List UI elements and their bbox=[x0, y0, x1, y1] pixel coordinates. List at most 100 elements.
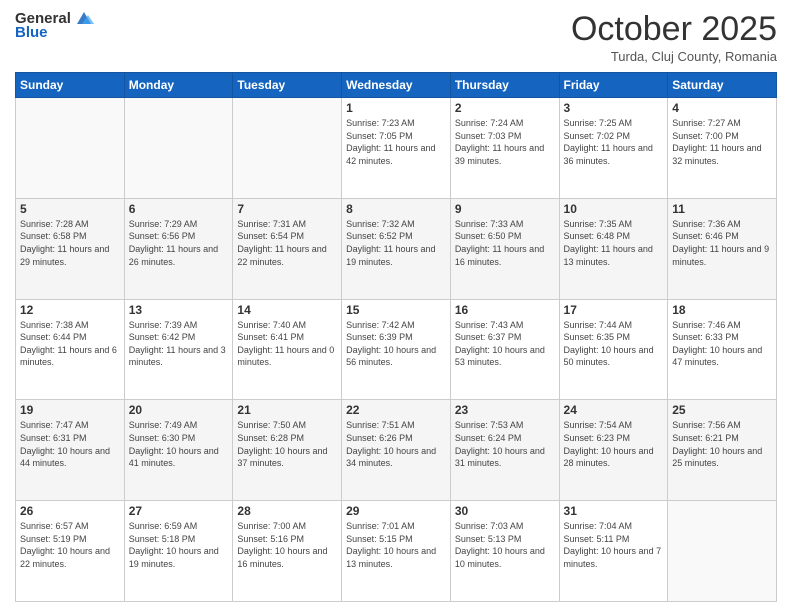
day-number: 23 bbox=[455, 403, 555, 417]
logo: General Blue bbox=[15, 10, 95, 42]
day-info: Sunrise: 7:43 AM Sunset: 6:37 PM Dayligh… bbox=[455, 319, 555, 369]
day-info: Sunrise: 7:25 AM Sunset: 7:02 PM Dayligh… bbox=[564, 117, 664, 167]
day-info: Sunrise: 7:42 AM Sunset: 6:39 PM Dayligh… bbox=[346, 319, 446, 369]
day-info: Sunrise: 7:51 AM Sunset: 6:26 PM Dayligh… bbox=[346, 419, 446, 469]
calendar-cell: 13Sunrise: 7:39 AM Sunset: 6:42 PM Dayli… bbox=[124, 299, 233, 400]
day-number: 6 bbox=[129, 202, 229, 216]
day-info: Sunrise: 7:32 AM Sunset: 6:52 PM Dayligh… bbox=[346, 218, 446, 268]
calendar-cell: 27 Sunrise: 6:59 AM Sunset: 5:18 PM Dayli… bbox=[124, 501, 233, 602]
day-number: 18 bbox=[672, 303, 772, 317]
calendar-week-row: 5Sunrise: 7:28 AM Sunset: 6:58 PM Daylig… bbox=[16, 198, 777, 299]
day-info: Sunrise: 7:04 AM Sunset: 5:11 PM Dayligh… bbox=[564, 520, 664, 570]
day-number: 7 bbox=[237, 202, 337, 216]
calendar-cell: 11Sunrise: 7:36 AM Sunset: 6:46 PM Dayli… bbox=[668, 198, 777, 299]
day-number: 25 bbox=[672, 403, 772, 417]
calendar-cell: 25 Sunrise: 7:56 AM Sunset: 6:21 PM Dayli… bbox=[668, 400, 777, 501]
day-number: 27 bbox=[129, 504, 229, 518]
day-number: 29 bbox=[346, 504, 446, 518]
calendar-cell: 5Sunrise: 7:28 AM Sunset: 6:58 PM Daylig… bbox=[16, 198, 125, 299]
day-info: Sunrise: 7:00 AM Sunset: 5:16 PM Dayligh… bbox=[237, 520, 337, 570]
day-number: 9 bbox=[455, 202, 555, 216]
title-area: October 2025 Turda, Cluj County, Romania bbox=[571, 10, 777, 64]
weekday-header-row: SundayMondayTuesdayWednesdayThursdayFrid… bbox=[16, 73, 777, 98]
weekday-header-sunday: Sunday bbox=[16, 73, 125, 98]
calendar-cell: 17Sunrise: 7:44 AM Sunset: 6:35 PM Dayli… bbox=[559, 299, 668, 400]
calendar-cell: 26 Sunrise: 6:57 AM Sunset: 5:19 PM Dayli… bbox=[16, 501, 125, 602]
day-number: 19 bbox=[20, 403, 120, 417]
day-info: Sunrise: 6:57 AM Sunset: 5:19 PM Dayligh… bbox=[20, 520, 120, 570]
day-number: 4 bbox=[672, 101, 772, 115]
day-number: 11 bbox=[672, 202, 772, 216]
calendar-cell: 16 Sunrise: 7:43 AM Sunset: 6:37 PM Dayli… bbox=[450, 299, 559, 400]
calendar-cell: 14 Sunrise: 7:40 AM Sunset: 6:41 PM Dayli… bbox=[233, 299, 342, 400]
calendar-cell: 15Sunrise: 7:42 AM Sunset: 6:39 PM Dayli… bbox=[342, 299, 451, 400]
day-number: 8 bbox=[346, 202, 446, 216]
day-info: Sunrise: 7:40 AM Sunset: 6:41 PM Dayligh… bbox=[237, 319, 337, 369]
calendar-cell: 6 Sunrise: 7:29 AM Sunset: 6:56 PM Daylig… bbox=[124, 198, 233, 299]
day-info: Sunrise: 7:03 AM Sunset: 5:13 PM Dayligh… bbox=[455, 520, 555, 570]
calendar-cell: 9 Sunrise: 7:33 AM Sunset: 6:50 PM Daylig… bbox=[450, 198, 559, 299]
day-info: Sunrise: 7:23 AM Sunset: 7:05 PM Dayligh… bbox=[346, 117, 446, 167]
weekday-header-monday: Monday bbox=[124, 73, 233, 98]
calendar-cell: 28 Sunrise: 7:00 AM Sunset: 5:16 PM Dayli… bbox=[233, 501, 342, 602]
day-number: 24 bbox=[564, 403, 664, 417]
weekday-header-friday: Friday bbox=[559, 73, 668, 98]
day-info: Sunrise: 7:33 AM Sunset: 6:50 PM Dayligh… bbox=[455, 218, 555, 268]
day-number: 21 bbox=[237, 403, 337, 417]
day-number: 2 bbox=[455, 101, 555, 115]
calendar-cell: 18 Sunrise: 7:46 AM Sunset: 6:33 PM Dayli… bbox=[668, 299, 777, 400]
day-info: Sunrise: 7:44 AM Sunset: 6:35 PM Dayligh… bbox=[564, 319, 664, 369]
day-number: 28 bbox=[237, 504, 337, 518]
calendar-cell: 3 Sunrise: 7:25 AM Sunset: 7:02 PM Daylig… bbox=[559, 98, 668, 199]
calendar-cell: 4Sunrise: 7:27 AM Sunset: 7:00 PM Daylig… bbox=[668, 98, 777, 199]
weekday-header-saturday: Saturday bbox=[668, 73, 777, 98]
location: Turda, Cluj County, Romania bbox=[571, 49, 777, 64]
day-info: Sunrise: 7:01 AM Sunset: 5:15 PM Dayligh… bbox=[346, 520, 446, 570]
day-info: Sunrise: 7:46 AM Sunset: 6:33 PM Dayligh… bbox=[672, 319, 772, 369]
calendar-cell: 23 Sunrise: 7:53 AM Sunset: 6:24 PM Dayli… bbox=[450, 400, 559, 501]
calendar-cell: 21 Sunrise: 7:50 AM Sunset: 6:28 PM Dayli… bbox=[233, 400, 342, 501]
day-number: 22 bbox=[346, 403, 446, 417]
day-number: 30 bbox=[455, 504, 555, 518]
day-number: 12 bbox=[20, 303, 120, 317]
calendar-cell: 22 Sunrise: 7:51 AM Sunset: 6:26 PM Dayli… bbox=[342, 400, 451, 501]
day-number: 26 bbox=[20, 504, 120, 518]
day-info: Sunrise: 7:49 AM Sunset: 6:30 PM Dayligh… bbox=[129, 419, 229, 469]
day-number: 13 bbox=[129, 303, 229, 317]
calendar-cell: 7Sunrise: 7:31 AM Sunset: 6:54 PM Daylig… bbox=[233, 198, 342, 299]
day-info: Sunrise: 7:28 AM Sunset: 6:58 PM Dayligh… bbox=[20, 218, 120, 268]
calendar-cell: 29 Sunrise: 7:01 AM Sunset: 5:15 PM Dayli… bbox=[342, 501, 451, 602]
day-info: Sunrise: 7:47 AM Sunset: 6:31 PM Dayligh… bbox=[20, 419, 120, 469]
day-info: Sunrise: 7:54 AM Sunset: 6:23 PM Dayligh… bbox=[564, 419, 664, 469]
day-info: Sunrise: 7:53 AM Sunset: 6:24 PM Dayligh… bbox=[455, 419, 555, 469]
calendar-week-row: 12 Sunrise: 7:38 AM Sunset: 6:44 PM Dayli… bbox=[16, 299, 777, 400]
calendar-cell: 2 Sunrise: 7:24 AM Sunset: 7:03 PM Daylig… bbox=[450, 98, 559, 199]
calendar-cell: 19 Sunrise: 7:47 AM Sunset: 6:31 PM Dayli… bbox=[16, 400, 125, 501]
calendar-cell: 31 Sunrise: 7:04 AM Sunset: 5:11 PM Dayli… bbox=[559, 501, 668, 602]
day-info: Sunrise: 7:24 AM Sunset: 7:03 PM Dayligh… bbox=[455, 117, 555, 167]
day-number: 10 bbox=[564, 202, 664, 216]
day-number: 16 bbox=[455, 303, 555, 317]
calendar-cell: 20 Sunrise: 7:49 AM Sunset: 6:30 PM Dayli… bbox=[124, 400, 233, 501]
day-info: Sunrise: 6:59 AM Sunset: 5:18 PM Dayligh… bbox=[129, 520, 229, 570]
day-info: Sunrise: 7:38 AM Sunset: 6:44 PM Dayligh… bbox=[20, 319, 120, 369]
calendar-cell: 30 Sunrise: 7:03 AM Sunset: 5:13 PM Dayli… bbox=[450, 501, 559, 602]
day-number: 20 bbox=[129, 403, 229, 417]
day-number: 3 bbox=[564, 101, 664, 115]
calendar-cell: 10 Sunrise: 7:35 AM Sunset: 6:48 PM Dayli… bbox=[559, 198, 668, 299]
calendar-week-row: 26 Sunrise: 6:57 AM Sunset: 5:19 PM Dayli… bbox=[16, 501, 777, 602]
calendar-cell: 8 Sunrise: 7:32 AM Sunset: 6:52 PM Daylig… bbox=[342, 198, 451, 299]
day-number: 31 bbox=[564, 504, 664, 518]
calendar-cell bbox=[16, 98, 125, 199]
day-info: Sunrise: 7:29 AM Sunset: 6:56 PM Dayligh… bbox=[129, 218, 229, 268]
day-number: 14 bbox=[237, 303, 337, 317]
calendar-table: SundayMondayTuesdayWednesdayThursdayFrid… bbox=[15, 72, 777, 602]
month-title: October 2025 bbox=[571, 10, 777, 49]
calendar-cell: 1Sunrise: 7:23 AM Sunset: 7:05 PM Daylig… bbox=[342, 98, 451, 199]
day-info: Sunrise: 7:35 AM Sunset: 6:48 PM Dayligh… bbox=[564, 218, 664, 268]
header: General Blue October 2025 Turda, Cluj Co… bbox=[15, 10, 777, 64]
calendar-cell: 24 Sunrise: 7:54 AM Sunset: 6:23 PM Dayli… bbox=[559, 400, 668, 501]
day-info: Sunrise: 7:50 AM Sunset: 6:28 PM Dayligh… bbox=[237, 419, 337, 469]
calendar-cell: 12 Sunrise: 7:38 AM Sunset: 6:44 PM Dayli… bbox=[16, 299, 125, 400]
day-info: Sunrise: 7:56 AM Sunset: 6:21 PM Dayligh… bbox=[672, 419, 772, 469]
